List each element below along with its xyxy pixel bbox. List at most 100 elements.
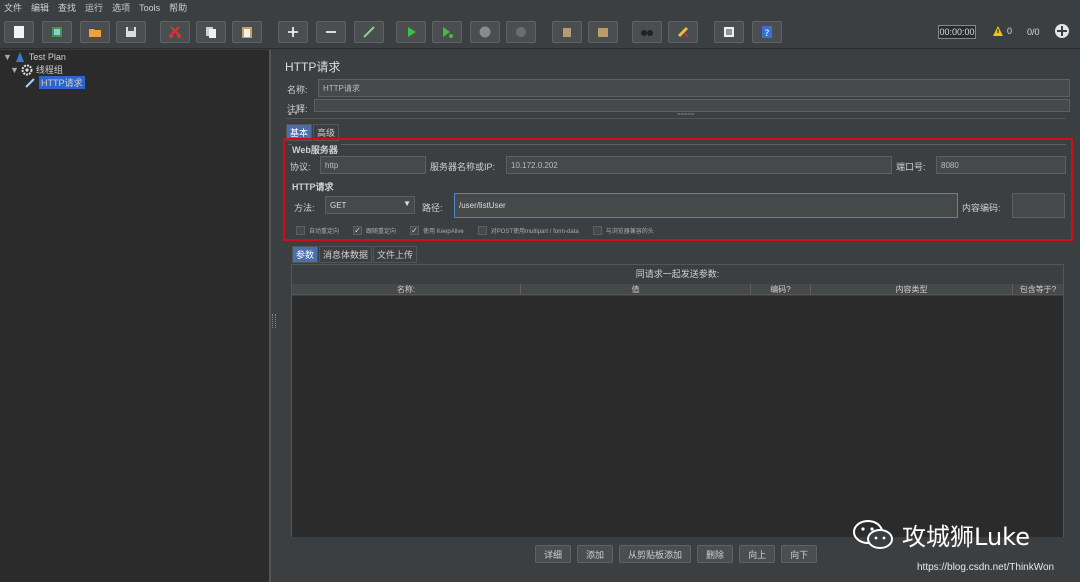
tree-node-test-plan[interactable]: ▼ Test Plan [3,50,66,63]
folder-open-icon [89,29,101,37]
add-from-clipboard-button[interactable]: 从剪贴板添加 [619,545,692,563]
broom-icon [563,28,571,37]
warning-icon [993,26,1003,36]
test-plan-icon [15,51,24,62]
sampler-pen-icon [25,77,35,88]
table-body[interactable] [292,296,1063,537]
column-content-type[interactable]: 内容类型 [811,284,1013,294]
column-value[interactable]: 值 [521,284,751,294]
templates-icon [52,27,62,37]
watermark-url: https://blog.csdn.net/ThinkWon [917,562,1055,573]
column-encode[interactable]: 编码? [751,284,811,294]
move-up-button[interactable]: 向上 [739,545,776,563]
warning-count: 0 [1007,26,1013,36]
remote-start-icon[interactable] [1054,23,1070,39]
body-tabs: 参数 消息体数据 文件上传 [292,246,418,263]
new-button[interactable] [4,21,34,43]
table-caption: 同请求一起发送参数: [635,269,720,279]
toolbar: ? 00:00:00 0 0/0 [0,15,1080,49]
shutdown-button[interactable] [506,21,536,43]
collapse-button[interactable] [316,21,346,43]
menu-tools[interactable]: Tools [139,3,160,13]
move-down-button[interactable]: 向下 [781,545,818,563]
comment-field[interactable] [314,99,1070,112]
expand-button[interactable] [278,21,308,43]
wand-icon [363,26,375,38]
warning-indicator[interactable]: 0 [992,25,1012,37]
new-file-icon [14,26,24,38]
cut-button[interactable] [160,21,190,43]
column-name[interactable]: 名称: [292,284,521,294]
tree-label-thread-group: 线程组 [35,65,63,75]
thread-ratio: 0/0 [1027,27,1040,37]
list-icon [724,27,734,37]
menu-bar: 文件 编辑 查找 运行 选项 Tools 帮助 [0,0,1080,15]
watermark-brand: 攻城狮Luke [902,523,1030,551]
clear-button[interactable] [552,21,582,43]
stop-button[interactable] [470,21,500,43]
reset-search-button[interactable] [668,21,698,43]
play-icon [408,27,416,37]
open-button[interactable] [80,21,110,43]
table-header: 名称: 值 编码? 内容类型 包含等于? [292,284,1063,295]
menu-file[interactable]: 文件 [4,1,22,14]
page-title: HTTP请求 [285,60,341,74]
menu-run[interactable]: 运行 [85,1,103,14]
toggle-button[interactable] [354,21,384,43]
tree-label-test-plan: Test Plan [28,51,66,62]
start-no-pause-button[interactable] [432,21,462,43]
collapse-arrow-icon[interactable]: ▼ [10,65,19,75]
clear-all-icon [598,28,608,37]
wechat-icon [853,519,893,549]
tree-label-http-request: HTTP请求 [39,76,85,89]
save-button[interactable] [116,21,146,43]
tab-parameters[interactable]: 参数 [292,246,319,263]
stop-icon [479,26,491,38]
elapsed-timer: 00:00:00 [938,25,976,39]
help-icon: ? [762,26,772,39]
copy-button[interactable] [196,21,226,43]
menu-edit[interactable]: 编辑 [31,1,49,14]
resize-grip-icon[interactable]: ===== [677,112,695,118]
paste-button[interactable] [232,21,262,43]
function-helper-button[interactable] [714,21,744,43]
menu-help[interactable]: 帮助 [169,1,187,14]
menu-search[interactable]: 查找 [58,1,76,14]
menu-options[interactable]: 选项 [112,1,130,14]
collapse-arrow-icon[interactable]: ▼ [3,52,12,62]
test-plan-tree: ▼ Test Plan ▼ 线程组 HTTP请求 [0,50,270,582]
reset-search-icon [677,26,689,38]
play-no-pause-icon [443,27,453,38]
table-buttons: 详细 添加 从剪贴板添加 删除 向上 向下 [535,545,823,563]
highlight-box [283,138,1073,241]
divider [286,118,1066,119]
column-include-equals[interactable]: 包含等于? [1013,284,1063,294]
gear-icon [21,64,33,75]
svg-text:?: ? [765,29,770,39]
copy-icon [206,27,216,38]
minus-icon [326,31,336,33]
start-button[interactable] [396,21,426,43]
detail-button[interactable]: 详细 [535,545,572,563]
splitter-grip[interactable] [272,314,276,328]
fold-arrows-icon[interactable]: ▲▼ [287,111,299,117]
clipboard-icon [242,27,252,38]
watermark: 攻城狮Luke [852,517,1030,552]
save-icon [126,27,136,37]
name-field[interactable]: HTTP请求 [318,79,1070,97]
tab-body-data[interactable]: 消息体数据 [319,246,373,263]
shutdown-icon [516,27,526,37]
help-button[interactable]: ? [752,21,782,43]
name-label: 名称: [287,85,308,95]
clear-all-button[interactable] [588,21,618,43]
scissors-icon [169,26,181,38]
templates-button[interactable] [42,21,72,43]
tab-file-upload[interactable]: 文件上传 [373,246,418,263]
search-button[interactable] [632,21,662,43]
add-button[interactable]: 添加 [577,545,614,563]
plus-icon [288,27,298,37]
tree-node-http-request[interactable]: HTTP请求 [24,76,268,89]
delete-button[interactable]: 删除 [697,545,734,563]
parameters-table: 同请求一起发送参数: 名称: 值 编码? 内容类型 包含等于? [291,264,1064,537]
tree-node-thread-group[interactable]: ▼ 线程组 [10,63,63,76]
